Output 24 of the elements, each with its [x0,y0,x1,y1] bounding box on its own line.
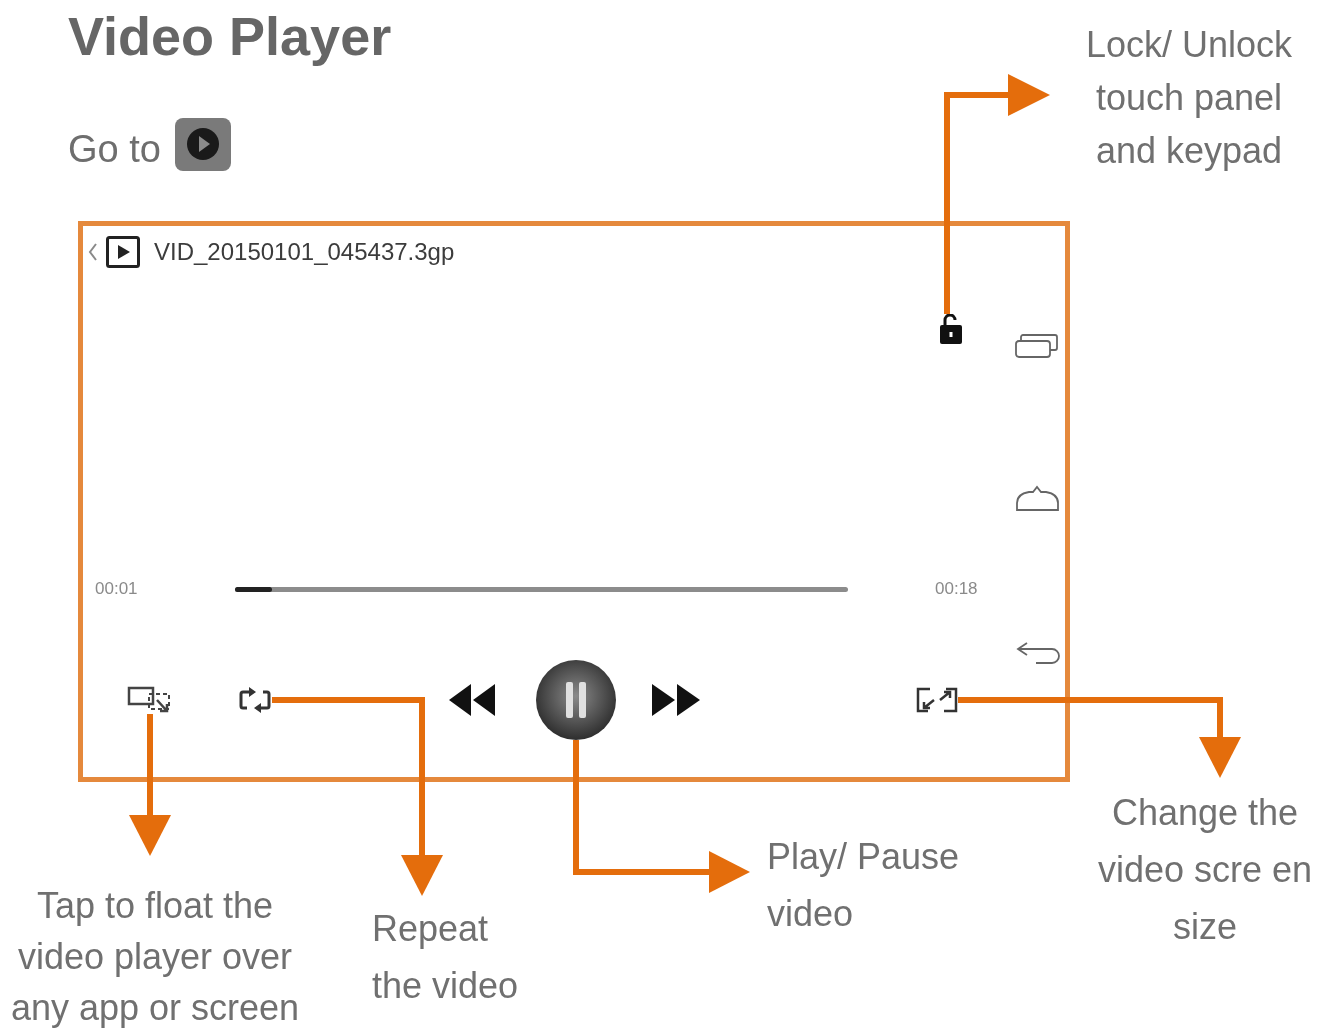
callout-label: Tap to float the video player over any app or screen [9,884,301,1030]
chevron-left-icon[interactable] [88,242,98,262]
elapsed-time: 00:01 [95,579,138,599]
back-icon[interactable] [1015,640,1062,667]
callout-label: Change the video scre en size [1096,791,1314,949]
callout-label: Play/ Pause video [767,835,960,936]
two-windows-icon[interactable] [127,685,172,715]
padlock-icon[interactable] [940,314,962,344]
page-title: Video Player [68,5,392,68]
total-time: 00:18 [935,579,978,599]
callout-label: Lock/ Unlock touch panel and keypad [1084,23,1294,173]
seek-bar[interactable] [235,586,848,592]
file-name: VID_20150101_045437.3gp [154,237,455,267]
play-app-icon [174,118,231,171]
home-icon[interactable] [1015,485,1060,512]
fast-forward-icon[interactable] [650,682,702,718]
rewind-icon[interactable] [447,682,497,718]
screen-resize-icon[interactable] [916,685,958,715]
repeat-icon[interactable] [238,685,272,715]
pause-icon[interactable] [536,660,616,740]
callout-label: Repeat the video [372,907,519,1008]
recent-apps-icon[interactable] [1015,332,1059,358]
instruction-text: Go to [68,127,161,171]
play-square-icon [106,236,140,268]
